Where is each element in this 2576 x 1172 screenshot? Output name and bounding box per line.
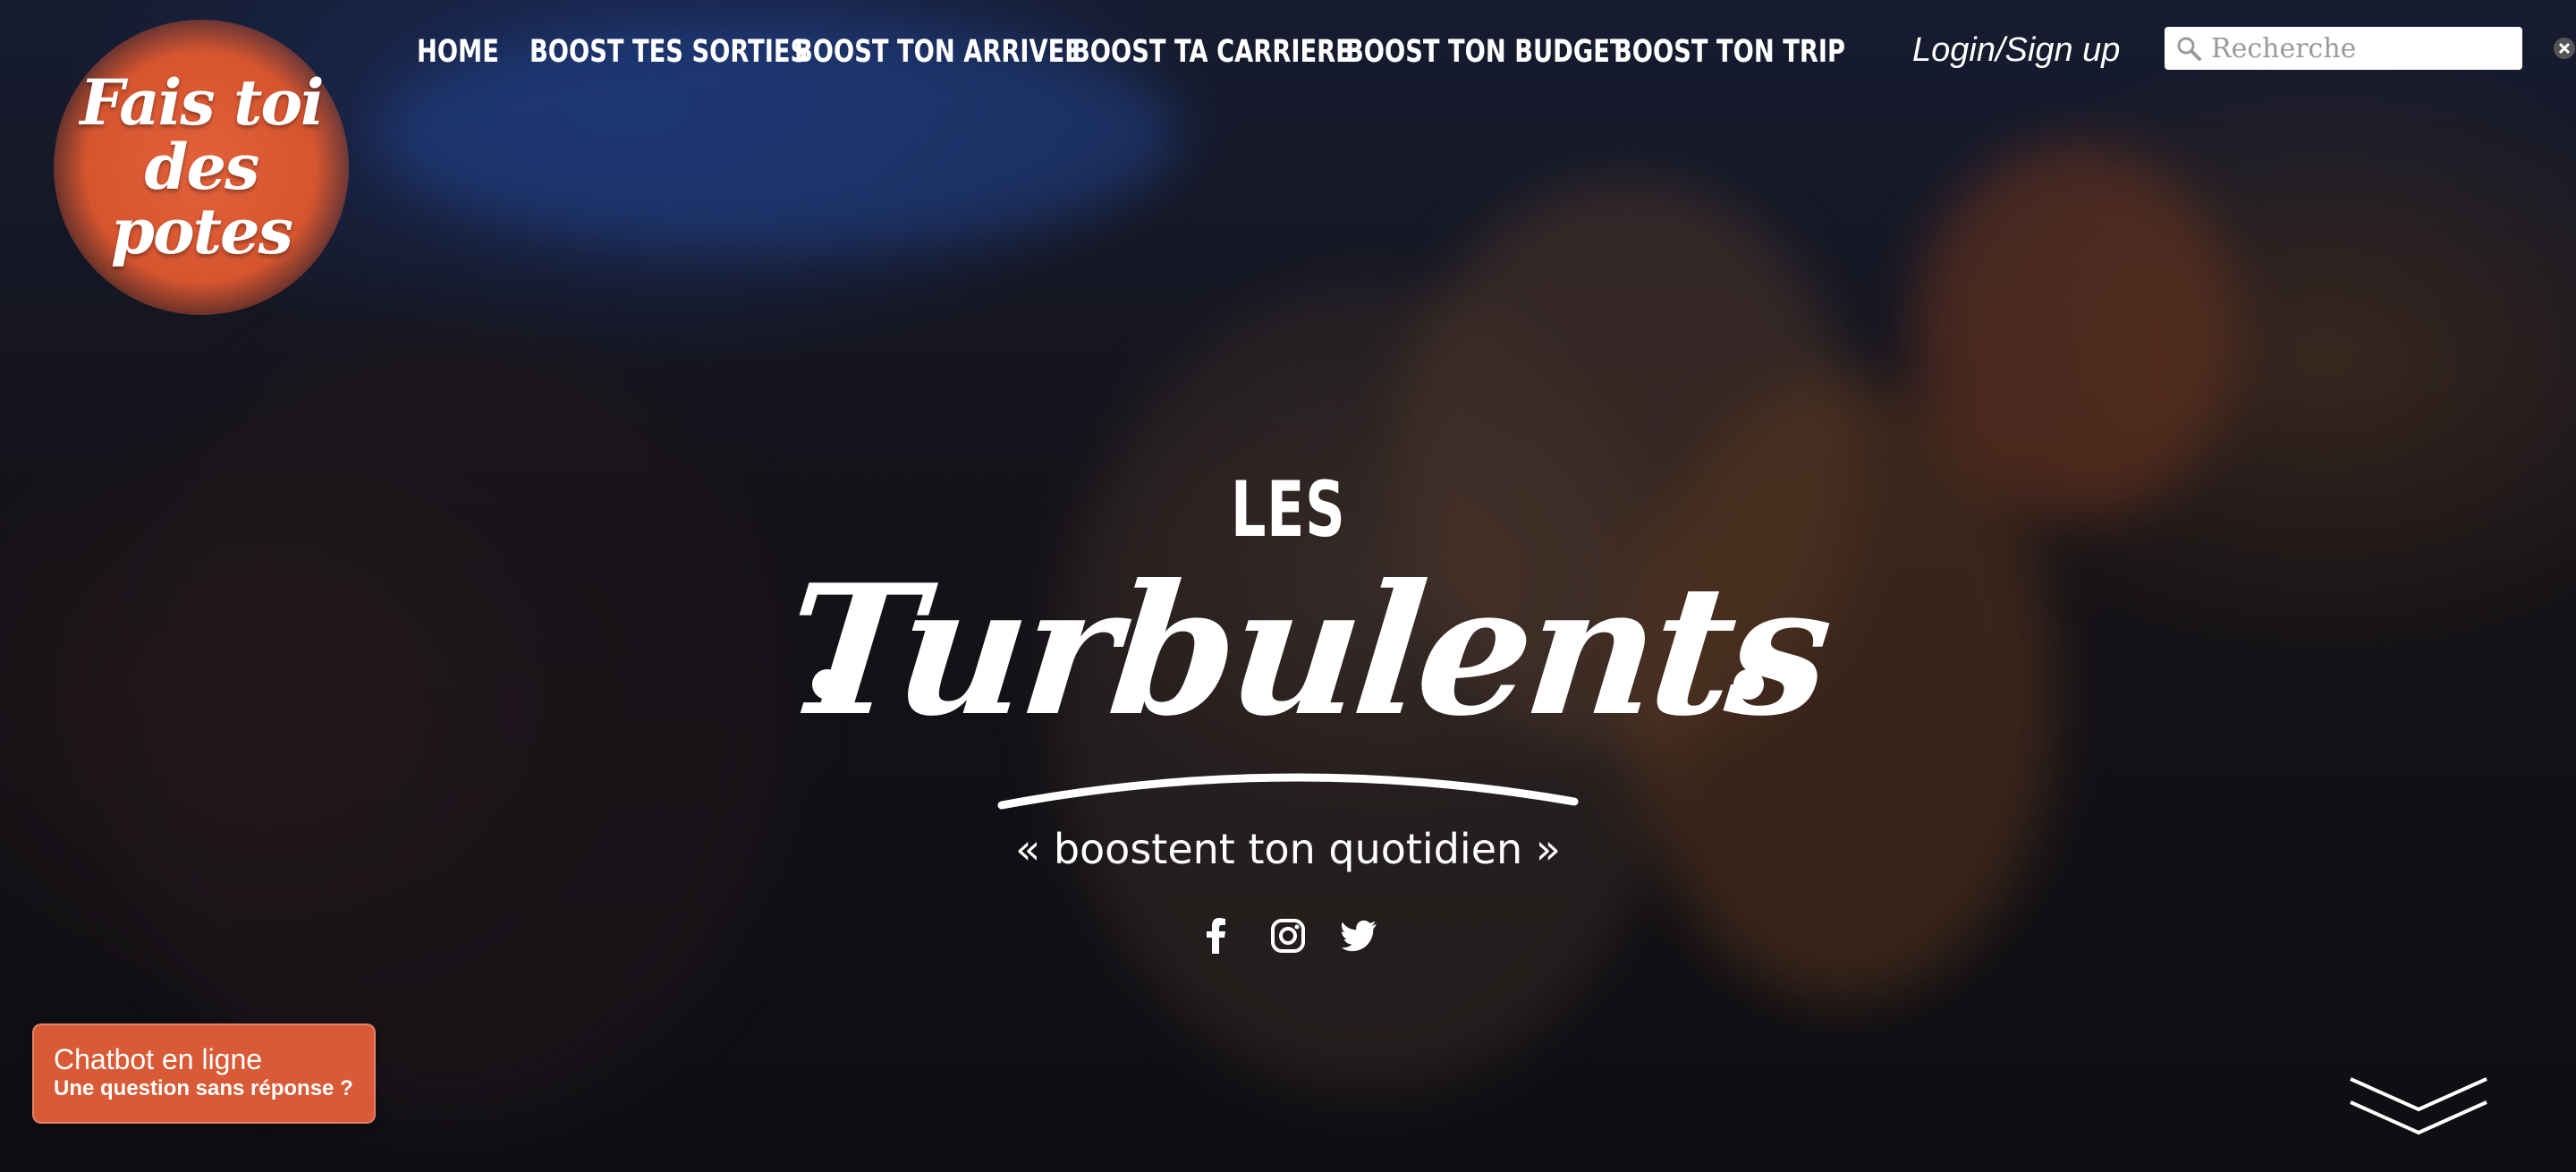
brand-large-text: Turbulents [775, 546, 1836, 756]
nav-item-boost-ta-carriere[interactable]: BOOST TA CARRIERE [1072, 27, 1352, 77]
chatbot-title: Chatbot en ligne [54, 1043, 263, 1075]
scroll-down-chevron-icon[interactable] [2347, 1070, 2490, 1142]
brand-dot-right [1733, 669, 1764, 700]
social-links [1199, 918, 1377, 954]
magnifier-icon[interactable] [2175, 33, 2202, 64]
brand-swoosh [997, 773, 1579, 810]
logo-text: Fais toi des potes [54, 71, 349, 264]
nav-item-boost-tes-sorties[interactable]: BOOST TES SORTIES [530, 27, 808, 77]
instagram-icon[interactable] [1270, 918, 1306, 954]
login-signup-link[interactable]: Login/Sign up [1912, 25, 2120, 75]
logo-line-1: Fais toi [80, 65, 324, 140]
chatbot-subtitle: Une question sans réponse ? [54, 1076, 353, 1100]
site-logo[interactable]: Fais toi des potes [54, 20, 349, 315]
twitter-icon[interactable] [1342, 918, 1377, 954]
nav-item-home[interactable]: HOME [417, 27, 504, 77]
facebook-icon[interactable] [1199, 918, 1234, 954]
search-input[interactable] [2209, 31, 2552, 65]
brand-small-text: LES [1230, 465, 1346, 555]
hero-brand: LES Turbulents [776, 465, 1836, 810]
main-nav: HOME BOOST TES SORTIES BOOST TON ARRIVEE… [417, 27, 1845, 77]
nav-item-boost-ton-arrivee[interactable]: BOOST TON ARRIVEE [794, 27, 1081, 77]
search-box [2165, 27, 2575, 70]
chatbot-button[interactable]: Chatbot en ligne Une question sans répon… [32, 1023, 376, 1124]
logo-line-2: des potes [111, 130, 293, 268]
hero-tagline: « boostent ton quotidien » [1015, 825, 1561, 873]
brand-wordmark: Turbulents [776, 544, 1836, 810]
nav-item-boost-ton-trip[interactable]: BOOST TON TRIP [1614, 27, 1845, 77]
nav-item-boost-ton-budget[interactable]: BOOST TON BUDGET [1345, 27, 1627, 77]
clear-icon[interactable] [2552, 35, 2576, 62]
